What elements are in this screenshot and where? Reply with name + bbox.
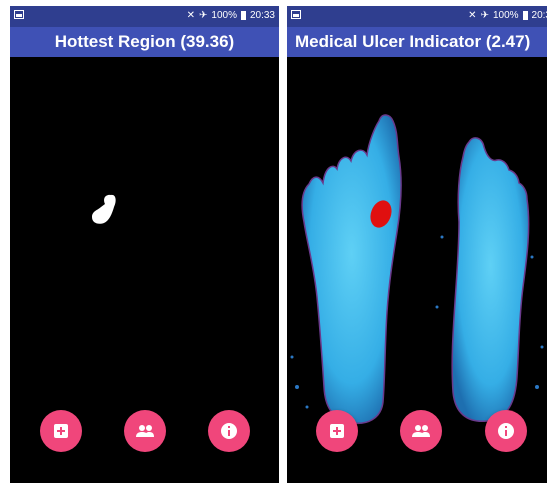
gallery-notification-icon [291,10,301,19]
people-icon [412,425,430,437]
info-icon [498,423,514,439]
add-button[interactable] [40,410,82,452]
mute-icon: ✕ [468,10,477,21]
info-button[interactable] [208,410,250,452]
left-foot [301,114,402,425]
add-box-icon [54,424,68,438]
gallery-notification-icon [14,10,24,19]
battery-icon [240,11,246,20]
clock: 20:33 [249,10,275,21]
screen-hottest-region: ✕ ✈ 100% 20:33 Hottest Region (39.36) [10,6,279,483]
screen-ulcer-indicator: ✕ ✈ 100% 20:3 Medical Ulcer Indicator (2… [287,6,547,483]
people-icon [136,425,154,437]
airplane-mode-icon: ✈ [199,10,208,21]
battery-percent: 100% [492,10,519,21]
right-foot [451,137,530,422]
page-title: Hottest Region (39.36) [10,27,279,57]
battery-icon [522,11,528,20]
add-box-icon [330,424,344,438]
status-bar: ✕ ✈ 100% 20:33 [10,6,279,27]
page-title: Medical Ulcer Indicator (2.47) [287,27,547,57]
info-icon [221,423,237,439]
airplane-mode-icon: ✈ [480,10,489,21]
people-button[interactable] [124,410,166,452]
add-button[interactable] [316,410,358,452]
people-button[interactable] [400,410,442,452]
mute-icon: ✕ [186,10,195,21]
hot-spot-blob [92,194,116,224]
battery-percent: 100% [211,10,237,21]
status-bar: ✕ ✈ 100% 20:3 [287,6,547,27]
info-button[interactable] [485,410,527,452]
clock: 20:3 [531,10,547,21]
